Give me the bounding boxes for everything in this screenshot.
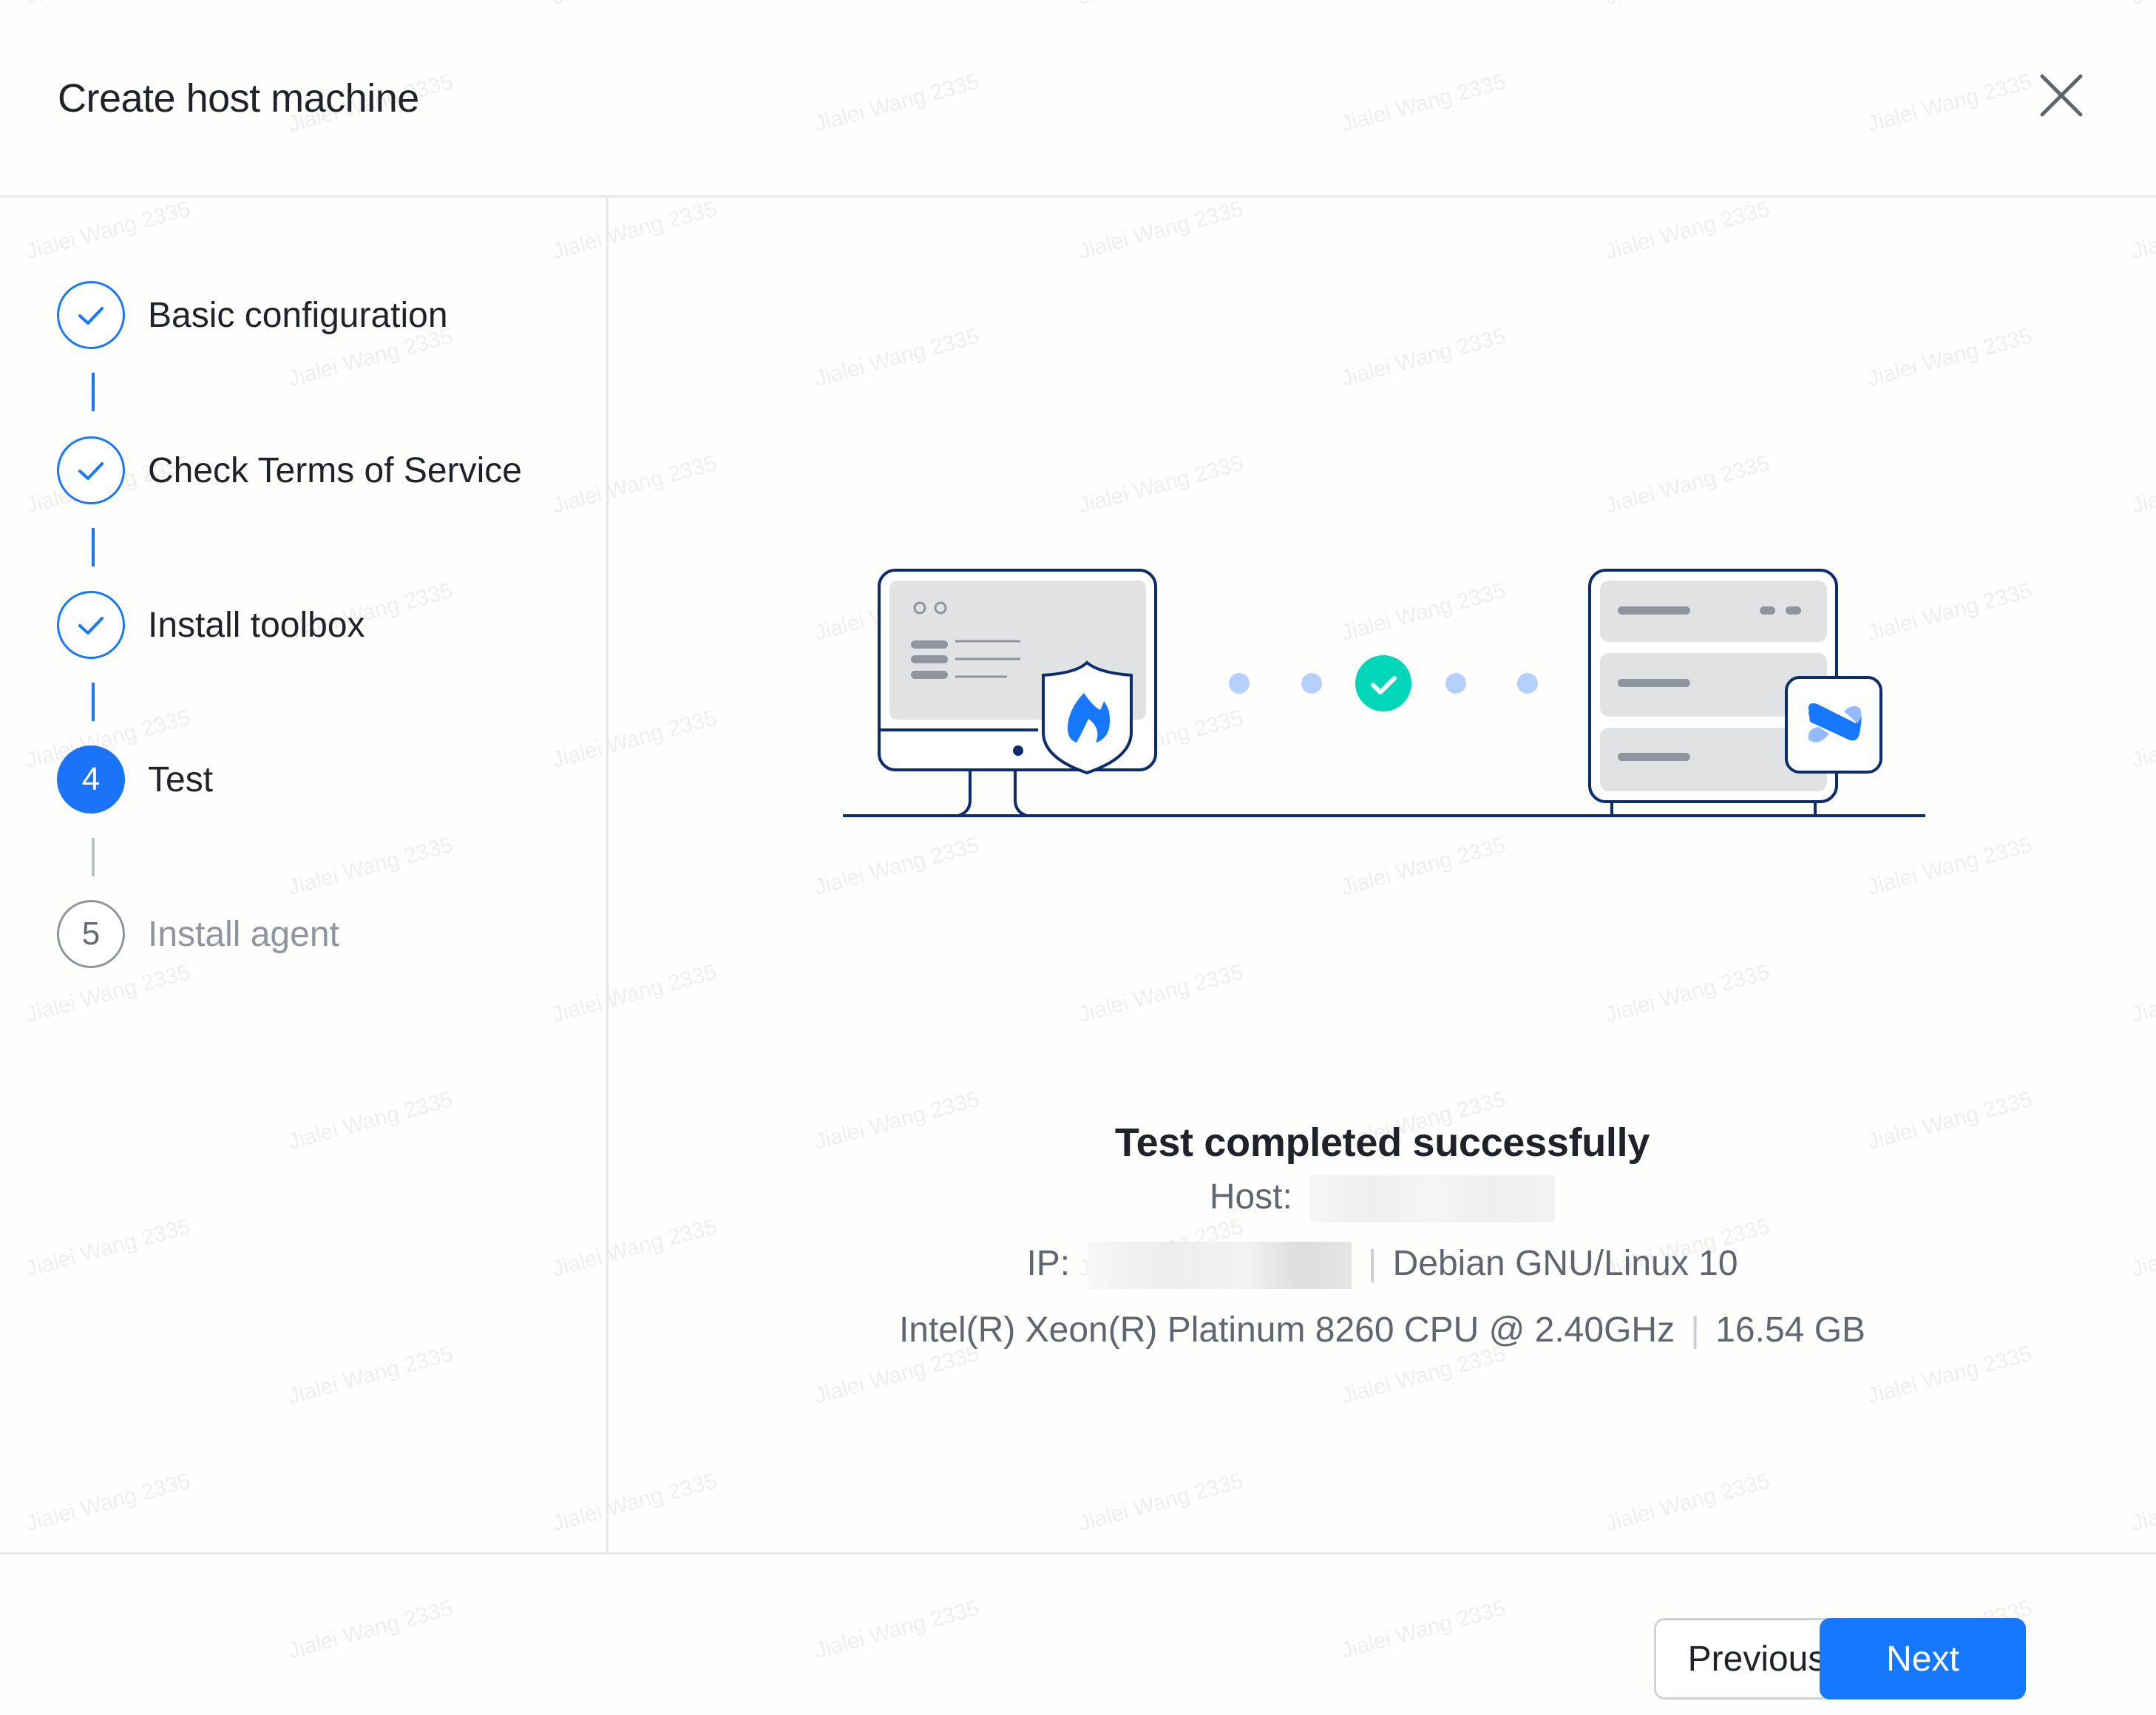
steps-sidebar: Basic configuration Check Terms of Servi… bbox=[0, 197, 609, 1552]
step-label: Test bbox=[148, 760, 214, 799]
step-connector bbox=[92, 373, 95, 411]
separator: | bbox=[1690, 1310, 1700, 1350]
step-label: Check Terms of Service bbox=[148, 450, 522, 490]
test-result-title: Test completed successfully bbox=[1114, 1120, 1650, 1165]
step-status-circle bbox=[57, 591, 125, 659]
close-icon bbox=[2040, 74, 2083, 117]
step-test[interactable]: 4 Test bbox=[57, 743, 213, 816]
step-install-agent[interactable]: 5 Install agent bbox=[57, 898, 339, 970]
dialog-title: Create host machine bbox=[58, 76, 419, 121]
step-status-circle bbox=[57, 436, 125, 504]
step-check-terms-of-service[interactable]: Check Terms of Service bbox=[57, 434, 522, 507]
agent-logo-badge-icon bbox=[1785, 676, 1882, 774]
step-number-circle: 5 bbox=[57, 900, 125, 968]
separator: | bbox=[1367, 1244, 1377, 1283]
ip-value-redacted bbox=[1088, 1242, 1352, 1290]
step-number-circle: 4 bbox=[57, 745, 125, 813]
success-check-icon bbox=[1355, 655, 1411, 711]
next-button[interactable]: Next bbox=[1820, 1618, 2026, 1699]
step-connector bbox=[92, 838, 95, 876]
main-panel: Test completed successfully Host: IP: | … bbox=[609, 197, 2156, 1552]
ip-os-line: IP: | Debian GNU/Linux 10 bbox=[609, 1240, 2156, 1290]
connection-dot bbox=[1229, 673, 1250, 694]
step-connector bbox=[92, 528, 95, 566]
os-value: Debian GNU/Linux 10 bbox=[1392, 1244, 1738, 1283]
check-icon bbox=[78, 617, 104, 635]
connection-dot bbox=[1301, 673, 1322, 694]
dialog-footer: Previous Next bbox=[0, 1552, 2156, 1715]
step-status-circle bbox=[57, 281, 125, 349]
step-basic-configuration[interactable]: Basic configuration bbox=[57, 279, 448, 351]
dialog-header: Create host machine bbox=[0, 0, 2156, 197]
connection-illustration bbox=[843, 569, 1925, 817]
memory-value: 16.54 GB bbox=[1715, 1310, 1866, 1350]
step-label: Install toolbox bbox=[148, 605, 365, 645]
step-install-toolbox[interactable]: Install toolbox bbox=[57, 589, 365, 661]
host-value-redacted bbox=[1309, 1175, 1556, 1223]
step-label: Install agent bbox=[148, 914, 339, 954]
connection-dot bbox=[1445, 673, 1466, 694]
check-icon bbox=[78, 462, 104, 480]
connection-dot bbox=[1517, 673, 1538, 694]
step-connector bbox=[92, 683, 95, 721]
cpu-value: Intel(R) Xeon(R) Platinum 8260 CPU @ 2.4… bbox=[898, 1310, 1675, 1350]
check-icon bbox=[78, 307, 104, 325]
step-label: Basic configuration bbox=[148, 295, 448, 335]
close-button[interactable] bbox=[2035, 69, 2088, 122]
host-label: Host: bbox=[1209, 1177, 1292, 1217]
hardware-line: Intel(R) Xeon(R) Platinum 8260 CPU @ 2.4… bbox=[609, 1307, 2156, 1354]
firewall-shield-icon bbox=[1042, 660, 1133, 775]
host-line: Host: bbox=[609, 1174, 2156, 1223]
ip-label: IP: bbox=[1026, 1244, 1071, 1283]
